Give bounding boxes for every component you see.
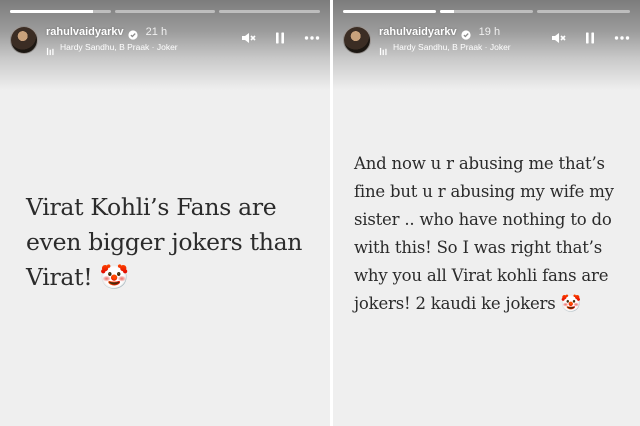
story-caption: And now u r abusing me that’s fine but u… xyxy=(354,150,634,318)
story-controls xyxy=(550,30,630,46)
progress-segment xyxy=(343,10,436,13)
clown-emoji: 🤡 xyxy=(560,294,582,313)
muted-speaker-icon[interactable] xyxy=(550,30,566,46)
story-caption: Virat Kohli’s Fans are even bigger joker… xyxy=(26,190,316,295)
post-time: 19 h xyxy=(478,26,501,38)
muted-speaker-icon[interactable] xyxy=(240,30,256,46)
story-panel-right[interactable]: rahulvaidyarkv 19 h Hardy Sandhu, B Praa… xyxy=(333,0,640,426)
story-panel-left[interactable]: rahulvaidyarkv 21 h Hardy Sandhu, B Praa… xyxy=(0,0,330,426)
progress-segment xyxy=(10,10,111,13)
more-options-icon[interactable] xyxy=(304,30,320,46)
story-controls xyxy=(240,30,320,46)
music-note-icon xyxy=(46,43,55,55)
story-progress-bar xyxy=(10,10,321,13)
avatar[interactable] xyxy=(10,26,38,54)
user-row: rahulvaidyarkv 19 h xyxy=(379,26,501,40)
music-label: Hardy Sandhu, B Praak · Joker xyxy=(393,42,511,52)
music-row[interactable]: Hardy Sandhu, B Praak · Joker xyxy=(379,42,511,55)
caption-text: And now u r abusing me that’s fine but u… xyxy=(354,154,614,313)
avatar[interactable] xyxy=(343,26,371,54)
story-header: rahulvaidyarkv 21 h Hardy Sandhu, B Praa… xyxy=(10,24,320,56)
music-note-icon xyxy=(379,43,388,55)
progress-fill xyxy=(440,10,454,13)
clown-emoji: 🤡 xyxy=(99,263,129,291)
progress-segment xyxy=(537,10,630,13)
pause-icon[interactable] xyxy=(272,30,288,46)
user-row: rahulvaidyarkv 21 h xyxy=(46,26,168,40)
username[interactable]: rahulvaidyarkv xyxy=(46,26,124,38)
progress-fill xyxy=(10,10,93,13)
pause-icon[interactable] xyxy=(582,30,598,46)
story-header: rahulvaidyarkv 19 h Hardy Sandhu, B Praa… xyxy=(343,24,630,56)
progress-segment xyxy=(219,10,321,13)
story-progress-bar xyxy=(343,10,630,13)
progress-segment xyxy=(440,10,533,13)
more-options-icon[interactable] xyxy=(614,30,630,46)
progress-segment xyxy=(114,10,216,13)
verified-badge-icon xyxy=(461,27,471,40)
verified-badge-icon xyxy=(128,27,138,40)
caption-text: Virat Kohli’s Fans are even bigger joker… xyxy=(26,193,303,291)
music-row[interactable]: Hardy Sandhu, B Praak · Joker xyxy=(46,42,178,55)
username[interactable]: rahulvaidyarkv xyxy=(379,26,457,38)
post-time: 21 h xyxy=(145,26,168,38)
music-label: Hardy Sandhu, B Praak · Joker xyxy=(60,42,178,52)
